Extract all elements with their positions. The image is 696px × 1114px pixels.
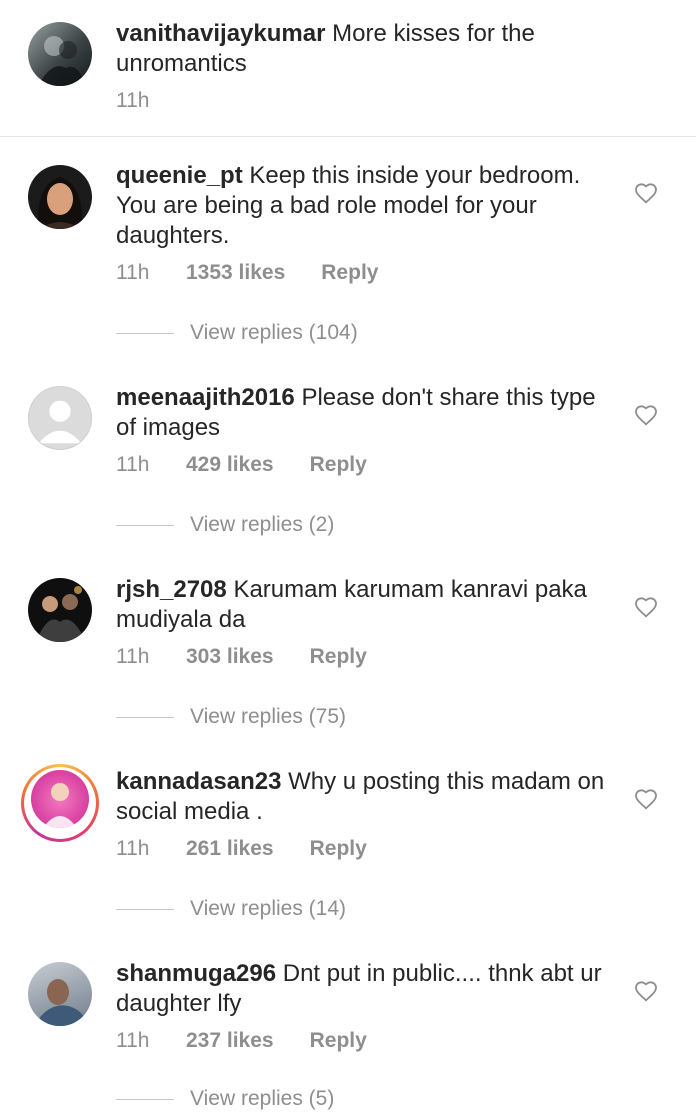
comment-meta: 11h 1353 likes Reply	[116, 258, 378, 288]
heart-icon[interactable]	[634, 788, 658, 810]
view-replies-button[interactable]: View replies (75)	[116, 702, 346, 732]
comment-username[interactable]: meenaajith2016	[116, 384, 295, 411]
reply-button[interactable]: Reply	[310, 450, 367, 480]
reply-button[interactable]: Reply	[310, 642, 367, 672]
heart-icon[interactable]	[634, 182, 658, 204]
comment-meta: 11h 237 likes Reply	[116, 1026, 367, 1056]
caption: vanithavijaykumar More kisses for the un…	[0, 0, 696, 137]
comment-text: meenaajith2016 Please don't share this t…	[116, 383, 621, 443]
comment-likes[interactable]: 261 likes	[186, 834, 274, 864]
reply-button[interactable]: Reply	[310, 834, 367, 864]
caption-username[interactable]: vanithavijaykumar	[116, 20, 325, 47]
comment-meta: 11h 429 likes Reply	[116, 450, 367, 480]
comment-username[interactable]: kannadasan23	[116, 768, 281, 795]
comment-time: 11h	[116, 837, 150, 860]
comment-avatar-photo	[34, 979, 88, 1026]
comment-time: 11h	[116, 1029, 150, 1052]
heart-icon[interactable]	[634, 596, 658, 618]
comment-meta: 11h 261 likes Reply	[116, 834, 367, 864]
comment-time: 11h	[116, 261, 150, 284]
view-replies-button[interactable]: View replies (14)	[116, 894, 346, 924]
view-replies-line	[116, 1098, 174, 1100]
view-replies-button[interactable]: View replies (104)	[116, 318, 358, 348]
view-replies-label: View replies (2)	[190, 513, 335, 536]
view-replies-button[interactable]: View replies (2)	[116, 510, 334, 540]
view-replies-line	[116, 524, 174, 526]
comment-avatar-photo	[43, 783, 77, 828]
comment-text: kannadasan23 Why u posting this madam on…	[116, 767, 621, 827]
view-replies-label: View replies (104)	[190, 321, 358, 344]
comment-likes[interactable]: 429 likes	[186, 450, 274, 480]
comment-text: rjsh_2708 Karumam karumam kanravi paka m…	[116, 575, 621, 635]
view-replies-label: View replies (5)	[190, 1087, 335, 1110]
view-replies-line	[116, 332, 174, 334]
caption-meta: 11h	[116, 86, 186, 116]
comment-likes[interactable]: 237 likes	[186, 1026, 274, 1056]
comment-avatar[interactable]	[28, 165, 92, 229]
comment-time: 11h	[116, 453, 150, 476]
view-replies-line	[116, 716, 174, 718]
comment-avatar[interactable]	[28, 386, 92, 450]
comment-likes[interactable]: 1353 likes	[186, 258, 285, 288]
person-icon	[38, 400, 82, 444]
comment-text: queenie_pt Keep this inside your bedroom…	[116, 161, 621, 251]
comment-time: 11h	[116, 645, 150, 668]
comment-avatar[interactable]	[28, 578, 92, 642]
view-replies-line	[116, 908, 174, 910]
comment-username[interactable]: queenie_pt	[116, 162, 243, 189]
reply-button[interactable]: Reply	[310, 1026, 367, 1056]
comment-meta: 11h 303 likes Reply	[116, 642, 367, 672]
comment-username[interactable]: rjsh_2708	[116, 576, 227, 603]
caption-avatar-photo	[38, 36, 86, 86]
caption-text: vanithavijaykumar More kisses for the un…	[116, 19, 621, 79]
view-replies-button[interactable]: View replies (5)	[116, 1084, 334, 1114]
view-replies-label: View replies (14)	[190, 897, 347, 920]
comment-avatar[interactable]	[28, 962, 92, 1026]
comment-likes[interactable]: 303 likes	[186, 642, 274, 672]
comment-avatar[interactable]	[31, 770, 89, 828]
view-replies-label: View replies (75)	[190, 705, 347, 728]
heart-icon[interactable]	[634, 980, 658, 1002]
caption-avatar[interactable]	[28, 22, 92, 86]
heart-icon[interactable]	[634, 404, 658, 426]
comment-avatar-photo	[37, 177, 83, 229]
comment-username[interactable]: shanmuga296	[116, 960, 276, 987]
comment-text: shanmuga296 Dnt put in public.... thnk a…	[116, 959, 621, 1019]
comment-avatar-photo	[36, 586, 86, 642]
reply-button[interactable]: Reply	[321, 258, 378, 288]
caption-time: 11h	[116, 89, 150, 112]
